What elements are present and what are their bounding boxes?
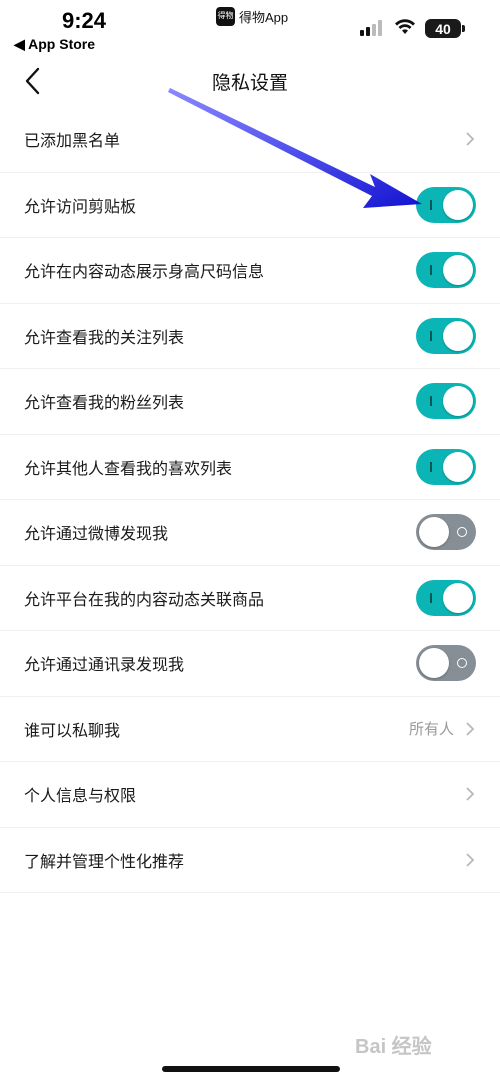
contacts-discover-toggle[interactable] — [416, 645, 476, 682]
row-personalized-recommend[interactable]: 了解并管理个性化推荐 — [0, 828, 500, 893]
row-label: 允许在内容动态展示身高尺码信息 — [24, 262, 265, 282]
private-chat-value: 所有人 — [408, 720, 454, 739]
chevron-right-icon — [466, 132, 475, 146]
row-height-size-info: 允许在内容动态展示身高尺码信息 — [0, 238, 500, 304]
chevron-right-icon — [466, 722, 475, 736]
row-likes-list: 允许其他人查看我的喜欢列表 — [0, 435, 500, 500]
status-bar: 9:24 ◀ App Store 得物 得物App 40 — [0, 0, 500, 58]
row-clipboard: 允许访问剪贴板 — [0, 173, 500, 238]
signal-icon — [360, 20, 382, 36]
wifi-icon — [395, 19, 415, 34]
link-products-toggle[interactable] — [416, 579, 476, 616]
nav-bar: 隐私设置 — [0, 58, 500, 106]
battery-icon: 40 — [425, 19, 461, 38]
fans-list-toggle[interactable] — [416, 383, 476, 420]
row-following-list: 允许查看我的关注列表 — [0, 304, 500, 369]
row-label: 允许通过通讯录发现我 — [24, 655, 185, 675]
row-contacts-discover: 允许通过通讯录发现我 — [0, 631, 500, 697]
page-title: 隐私设置 — [211, 72, 288, 94]
row-label: 个人信息与权限 — [24, 786, 137, 806]
row-label: 允许其他人查看我的喜欢列表 — [24, 458, 233, 478]
chevron-right-icon — [466, 787, 475, 801]
row-blacklist[interactable]: 已添加黑名单 — [0, 107, 500, 173]
app-indicator: 得物 得物App — [216, 6, 288, 26]
watermark: Bai 经验 — [355, 1036, 432, 1058]
row-weibo-discover: 允许通过微博发现我 — [0, 500, 500, 566]
back-to-app-store[interactable]: ◀ App Store — [14, 36, 95, 53]
row-label: 允许平台在我的内容动态关联商品 — [24, 589, 265, 609]
row-label: 允许通过微博发现我 — [24, 524, 169, 544]
battery-cap — [462, 25, 465, 32]
row-private-chat[interactable]: 谁可以私聊我 所有人 — [0, 697, 500, 762]
status-time: 9:24 — [62, 8, 107, 33]
following-list-toggle[interactable] — [416, 317, 476, 354]
clipboard-toggle[interactable] — [416, 186, 476, 223]
app-name: 得物App — [239, 9, 289, 25]
row-label: 已添加黑名单 — [24, 131, 121, 151]
row-label: 谁可以私聊我 — [24, 720, 121, 740]
app-logo: 得物 — [216, 6, 235, 26]
row-fans-list: 允许查看我的粉丝列表 — [0, 369, 500, 435]
likes-list-toggle[interactable] — [416, 448, 476, 485]
row-label: 允许访问剪贴板 — [24, 196, 137, 216]
chevron-right-icon — [466, 853, 475, 867]
row-label: 允许查看我的关注列表 — [24, 327, 185, 347]
row-personal-info[interactable]: 个人信息与权限 — [0, 762, 500, 828]
row-label: 允许查看我的粉丝列表 — [24, 393, 185, 413]
weibo-discover-toggle[interactable] — [416, 514, 476, 551]
home-indicator[interactable] — [162, 1066, 340, 1072]
settings-list: 已添加黑名单 允许访问剪贴板 允许在内容动态展示身高尺码信息 允许查看我的关注列… — [0, 107, 500, 893]
row-label: 了解并管理个性化推荐 — [24, 851, 185, 871]
row-link-products: 允许平台在我的内容动态关联商品 — [0, 566, 500, 631]
height-size-toggle[interactable] — [416, 252, 476, 289]
